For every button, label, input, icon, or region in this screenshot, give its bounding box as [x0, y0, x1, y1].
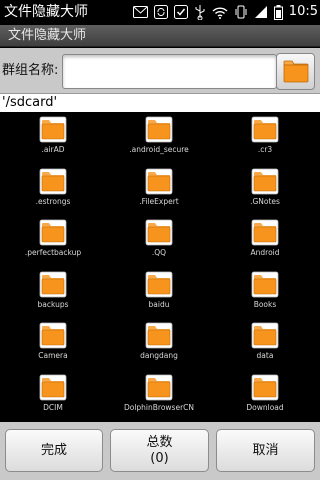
folder-item[interactable]: Camera	[0, 318, 106, 370]
folder-name: dangdang	[140, 351, 178, 360]
cancel-button[interactable]: 取消	[216, 429, 315, 472]
folder-icon	[283, 60, 308, 82]
folder-icon	[145, 116, 173, 143]
folder-icon	[251, 219, 279, 246]
folder-icon	[251, 271, 279, 298]
folder-name: backups	[37, 300, 69, 309]
folder-item[interactable]: .GNotes	[212, 164, 318, 216]
status-icons: 10:5	[132, 3, 318, 21]
folder-name: .android_secure	[129, 145, 189, 154]
folder-name: DCIM	[43, 403, 63, 412]
folder-name: data	[256, 351, 274, 360]
folder-item[interactable]: Books	[212, 267, 318, 319]
folder-item[interactable]: .FileExpert	[106, 164, 212, 216]
folder-item[interactable]: data	[212, 318, 318, 370]
folder-item[interactable]: baidu	[106, 267, 212, 319]
folder-name: Android	[250, 248, 280, 257]
status-time: 10:5	[288, 4, 318, 19]
folder-item[interactable]: .cr3	[212, 112, 318, 164]
done-button-label: 完成	[40, 442, 67, 458]
group-name-row: 群组名称:	[0, 48, 320, 94]
folder-icon	[39, 322, 67, 349]
usb-icon	[194, 4, 206, 20]
folder-name: .estrongs	[35, 197, 71, 206]
sync-icon	[153, 4, 168, 20]
folder-name: .airAD	[41, 145, 65, 154]
folder-icon	[39, 271, 67, 298]
bottom-button-bar: 完成 总数 (0) 取消	[0, 422, 320, 480]
folder-icon	[251, 116, 279, 143]
folder-item[interactable]: .estrongs	[0, 164, 106, 216]
folder-icon	[145, 374, 173, 401]
folder-name: .QQ	[151, 248, 167, 257]
folder-name: baidu	[148, 300, 170, 309]
total-count-button[interactable]: 总数 (0)	[110, 429, 209, 472]
folder-item[interactable]: .perfectbackup	[0, 215, 106, 267]
vibrate-icon	[234, 4, 248, 20]
folder-name: Camera	[38, 351, 68, 360]
folder-name: Books	[253, 300, 277, 309]
folder-item[interactable]: backups	[0, 267, 106, 319]
folder-item[interactable]: .airAD	[0, 112, 106, 164]
folder-item[interactable]: dangdang	[106, 318, 212, 370]
download-complete-icon	[173, 4, 188, 20]
signal-icon	[254, 4, 268, 20]
mail-icon	[132, 4, 148, 20]
folder-icon	[251, 322, 279, 349]
title-bar: 文件隐藏大师	[0, 25, 320, 47]
folder-icon	[145, 219, 173, 246]
folder-item[interactable]: Android	[212, 215, 318, 267]
total-label: 总数	[146, 434, 173, 450]
folder-grid: .airAD .android_secure .cr3 .estrongs .FileE…	[0, 112, 320, 422]
folder-icon	[39, 116, 67, 143]
total-count: (0)	[150, 450, 169, 466]
done-button[interactable]: 完成	[5, 429, 103, 472]
folder-item[interactable]: Download	[212, 370, 318, 422]
folder-icon	[145, 322, 173, 349]
current-path-bar: '/sdcard'	[0, 94, 320, 112]
current-path: '/sdcard'	[2, 95, 58, 110]
folder-name: Download	[246, 403, 284, 412]
folder-item[interactable]: DolphinBrowserCN	[106, 370, 212, 422]
status-app-title: 文件隐藏大师	[4, 4, 88, 20]
folder-icon	[251, 374, 279, 401]
folder-icon	[39, 219, 67, 246]
folder-name: .cr3	[257, 145, 273, 154]
folder-icon	[39, 168, 67, 195]
folder-name: DolphinBrowserCN	[123, 403, 195, 412]
folder-icon	[145, 168, 173, 195]
battery-icon	[273, 4, 283, 20]
folder-icon	[145, 271, 173, 298]
folder-icon	[39, 374, 67, 401]
wifi-icon	[212, 4, 228, 20]
browse-folder-button[interactable]	[276, 53, 315, 90]
folder-name: .perfectbackup	[24, 248, 82, 257]
group-name-label: 群组名称:	[2, 63, 59, 78]
folder-item[interactable]: DCIM	[0, 370, 106, 422]
folder-name: .FileExpert	[139, 197, 179, 206]
app-title: 文件隐藏大师	[8, 28, 87, 43]
folder-icon	[251, 168, 279, 195]
group-name-input[interactable]	[62, 54, 277, 89]
status-bar: 文件隐藏大师 10:5	[0, 0, 320, 25]
folder-name: .GNotes	[250, 197, 280, 206]
folder-item[interactable]: .android_secure	[106, 112, 212, 164]
folder-item[interactable]: .QQ	[106, 215, 212, 267]
cancel-button-label: 取消	[252, 442, 279, 458]
